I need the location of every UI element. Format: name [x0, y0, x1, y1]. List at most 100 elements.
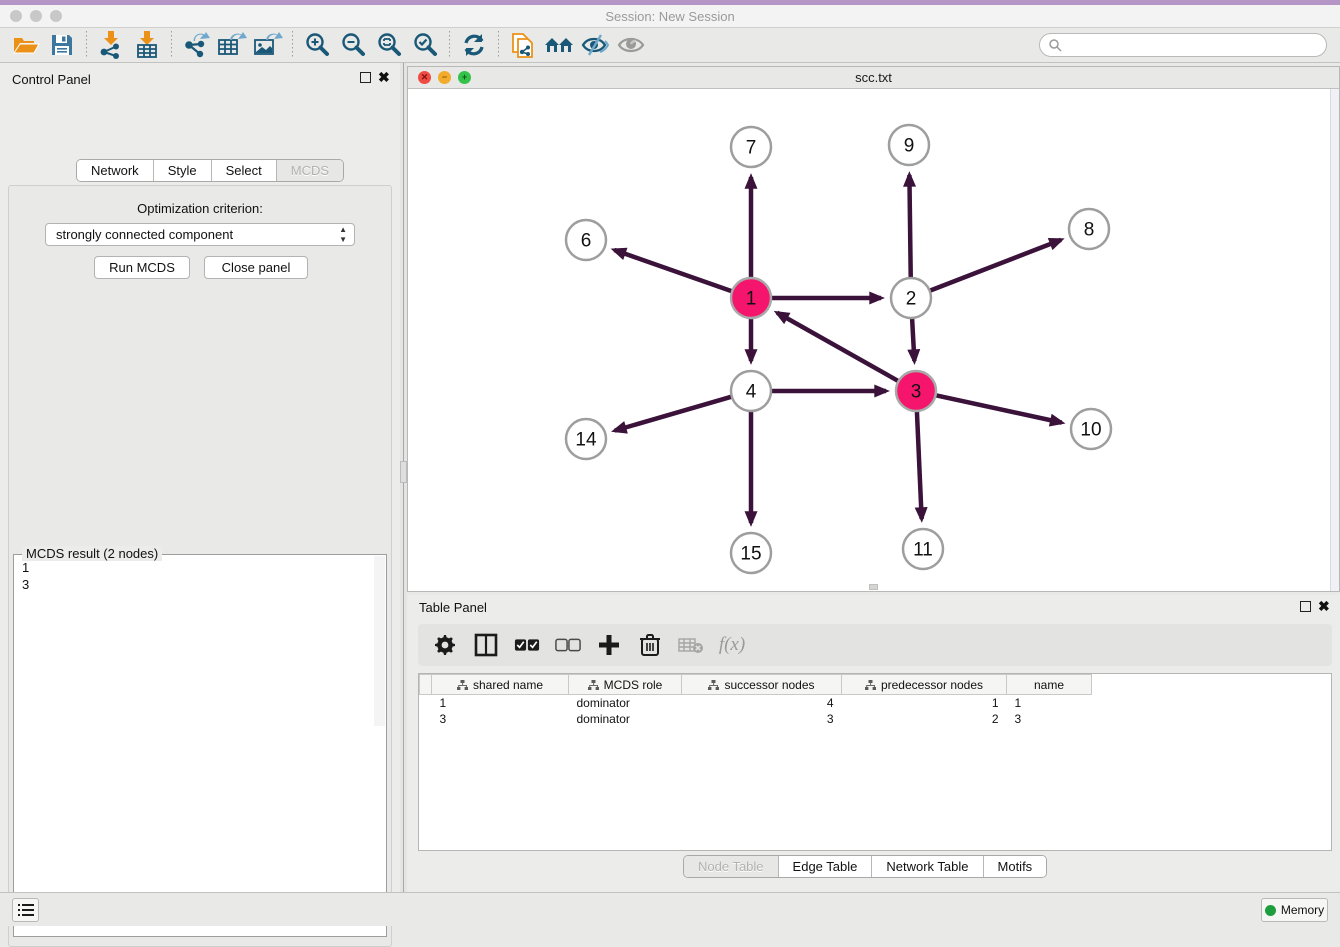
tab-node-table[interactable]: Node Table: [684, 856, 779, 877]
task-history-button[interactable]: [12, 898, 39, 922]
tab-style[interactable]: Style: [154, 160, 212, 181]
zoom-out-icon[interactable]: [335, 30, 371, 60]
node-table[interactable]: shared name MCDS role successor nodesprede…: [418, 673, 1332, 851]
cell-name[interactable]: 3: [1007, 711, 1092, 727]
search-input[interactable]: [1039, 33, 1327, 57]
open-folder-icon[interactable]: [8, 30, 44, 60]
close-panel-icon[interactable]: ✖: [378, 72, 390, 83]
function-builder-icon-disabled: f(x): [719, 632, 745, 658]
first-neighbors-icon[interactable]: [541, 30, 577, 60]
table-panel-title: Table Panel: [419, 600, 487, 615]
column-header-label: name: [1034, 678, 1064, 692]
window-titlebar: Session: New Session: [0, 5, 1340, 28]
refresh-icon[interactable]: [456, 30, 492, 60]
control-panel-tabs: NetworkStyleSelectMCDS: [76, 159, 344, 182]
select-all-checkboxes-icon[interactable]: [514, 632, 540, 658]
network-resize-grip[interactable]: [869, 584, 878, 590]
cell-predecessor-nodes[interactable]: 1: [842, 695, 1007, 711]
column-header-MCDS-role[interactable]: MCDS role: [569, 675, 682, 695]
column-header-successor-nodes[interactable]: successor nodes: [682, 675, 842, 695]
column-header-shared-name[interactable]: shared name: [432, 675, 569, 695]
graph-node-label-4: 4: [746, 382, 757, 403]
control-panel: Control Panel ✖ NetworkStyleSelectMCDS O…: [0, 63, 400, 892]
cell-successor-nodes[interactable]: 4: [682, 695, 842, 711]
table-row[interactable]: 1dominator411: [420, 695, 1092, 711]
network-frame-title: scc.txt: [408, 70, 1339, 85]
show-all-eye-icon[interactable]: [613, 30, 649, 60]
column-layout-icon[interactable]: [473, 632, 499, 658]
tab-motifs[interactable]: Motifs: [984, 856, 1047, 877]
cell-shared-name[interactable]: 1: [432, 695, 569, 711]
add-column-icon[interactable]: [596, 632, 622, 658]
result-scrollbar[interactable]: [374, 556, 385, 726]
import-network-icon[interactable]: [93, 30, 129, 60]
cell-name[interactable]: 1: [1007, 695, 1092, 711]
deselect-checkboxes-icon[interactable]: [555, 632, 581, 658]
table-row[interactable]: 3dominator323: [420, 711, 1092, 727]
import-table-icon[interactable]: [129, 30, 165, 60]
export-table-icon[interactable]: [214, 30, 250, 60]
tab-edge-table[interactable]: Edge Table: [779, 856, 873, 877]
toolbar-separator: [171, 31, 172, 59]
graph-node-label-15: 15: [740, 544, 761, 565]
search-icon: [1048, 38, 1062, 52]
cell-predecessor-nodes[interactable]: 2: [842, 711, 1007, 727]
memory-button[interactable]: Memory: [1261, 898, 1328, 922]
clone-network-icon[interactable]: [505, 30, 541, 60]
optimization-criterion-label: Optimization criterion:: [9, 201, 391, 216]
tab-network[interactable]: Network: [77, 160, 154, 181]
float-table-panel-icon[interactable]: [1300, 601, 1311, 612]
mcds-result-box: MCDS result (2 nodes) 1 3: [13, 554, 387, 937]
network-vertical-scrollbar[interactable]: [1330, 89, 1339, 591]
hide-selected-eye-icon[interactable]: [577, 30, 613, 60]
close-panel-button[interactable]: Close panel: [204, 256, 308, 279]
column-header-predecessor-nodes[interactable]: predecessor nodes: [842, 675, 1007, 695]
table-panel: Table Panel ✖ f(x) shared nameMCDS roles…: [407, 595, 1340, 892]
toolbar-separator: [86, 31, 87, 59]
network-view-frame: ✕ − + scc.txt 7968124314101511: [407, 66, 1340, 592]
delete-column-trash-icon[interactable]: [637, 632, 663, 658]
criterion-select[interactable]: strongly connected component ▲▼: [45, 223, 355, 246]
edge-3-10[interactable]: [934, 395, 1062, 423]
tab-network-table[interactable]: Network Table: [872, 856, 983, 877]
list-icon: [18, 903, 34, 917]
table-toolbar: f(x): [418, 624, 1332, 666]
cell-successor-nodes[interactable]: 3: [682, 711, 842, 727]
mcds-result-text[interactable]: 1 3: [16, 559, 29, 593]
edge-1-6[interactable]: [614, 250, 734, 292]
zoom-selected-icon[interactable]: [407, 30, 443, 60]
table-panel-tabs: Node TableEdge TableNetwork TableMotifs: [683, 855, 1047, 878]
column-header-label: MCDS role: [604, 678, 663, 692]
tab-mcds[interactable]: MCDS: [277, 160, 343, 181]
panel-splitter[interactable]: [400, 63, 407, 892]
zoom-in-icon[interactable]: [299, 30, 335, 60]
edge-2-3[interactable]: [912, 316, 914, 361]
select-stepper-icon: ▲▼: [339, 225, 347, 245]
save-icon[interactable]: [44, 30, 80, 60]
export-image-icon[interactable]: [250, 30, 286, 60]
cell-MCDS-role[interactable]: dominator: [569, 695, 682, 711]
export-network-icon[interactable]: [178, 30, 214, 60]
settings-gear-icon[interactable]: [432, 632, 458, 658]
graph-node-label-8: 8: [1084, 220, 1095, 241]
fx-label: f(x): [719, 634, 745, 656]
edge-2-8[interactable]: [928, 240, 1061, 292]
splitter-handle[interactable]: [400, 461, 407, 483]
edge-4-14[interactable]: [615, 396, 734, 431]
row-gutter-cell: [420, 695, 432, 711]
cell-shared-name[interactable]: 3: [432, 711, 569, 727]
run-mcds-button[interactable]: Run MCDS: [94, 256, 190, 279]
edge-3-11[interactable]: [917, 409, 922, 519]
row-gutter-cell: [420, 711, 432, 727]
cell-MCDS-role[interactable]: dominator: [569, 711, 682, 727]
tab-select[interactable]: Select: [212, 160, 277, 181]
delete-table-icon-disabled: [678, 632, 704, 658]
close-table-panel-icon[interactable]: ✖: [1318, 601, 1330, 612]
edge-3-1[interactable]: [777, 313, 900, 382]
edge-2-9[interactable]: [909, 175, 910, 280]
float-panel-icon[interactable]: [360, 72, 371, 83]
column-header-name[interactable]: name: [1007, 675, 1092, 695]
zoom-fit-icon[interactable]: [371, 30, 407, 60]
network-graph-canvas[interactable]: 7968124314101511: [408, 89, 1339, 591]
network-frame-titlebar: ✕ − + scc.txt: [408, 67, 1339, 89]
